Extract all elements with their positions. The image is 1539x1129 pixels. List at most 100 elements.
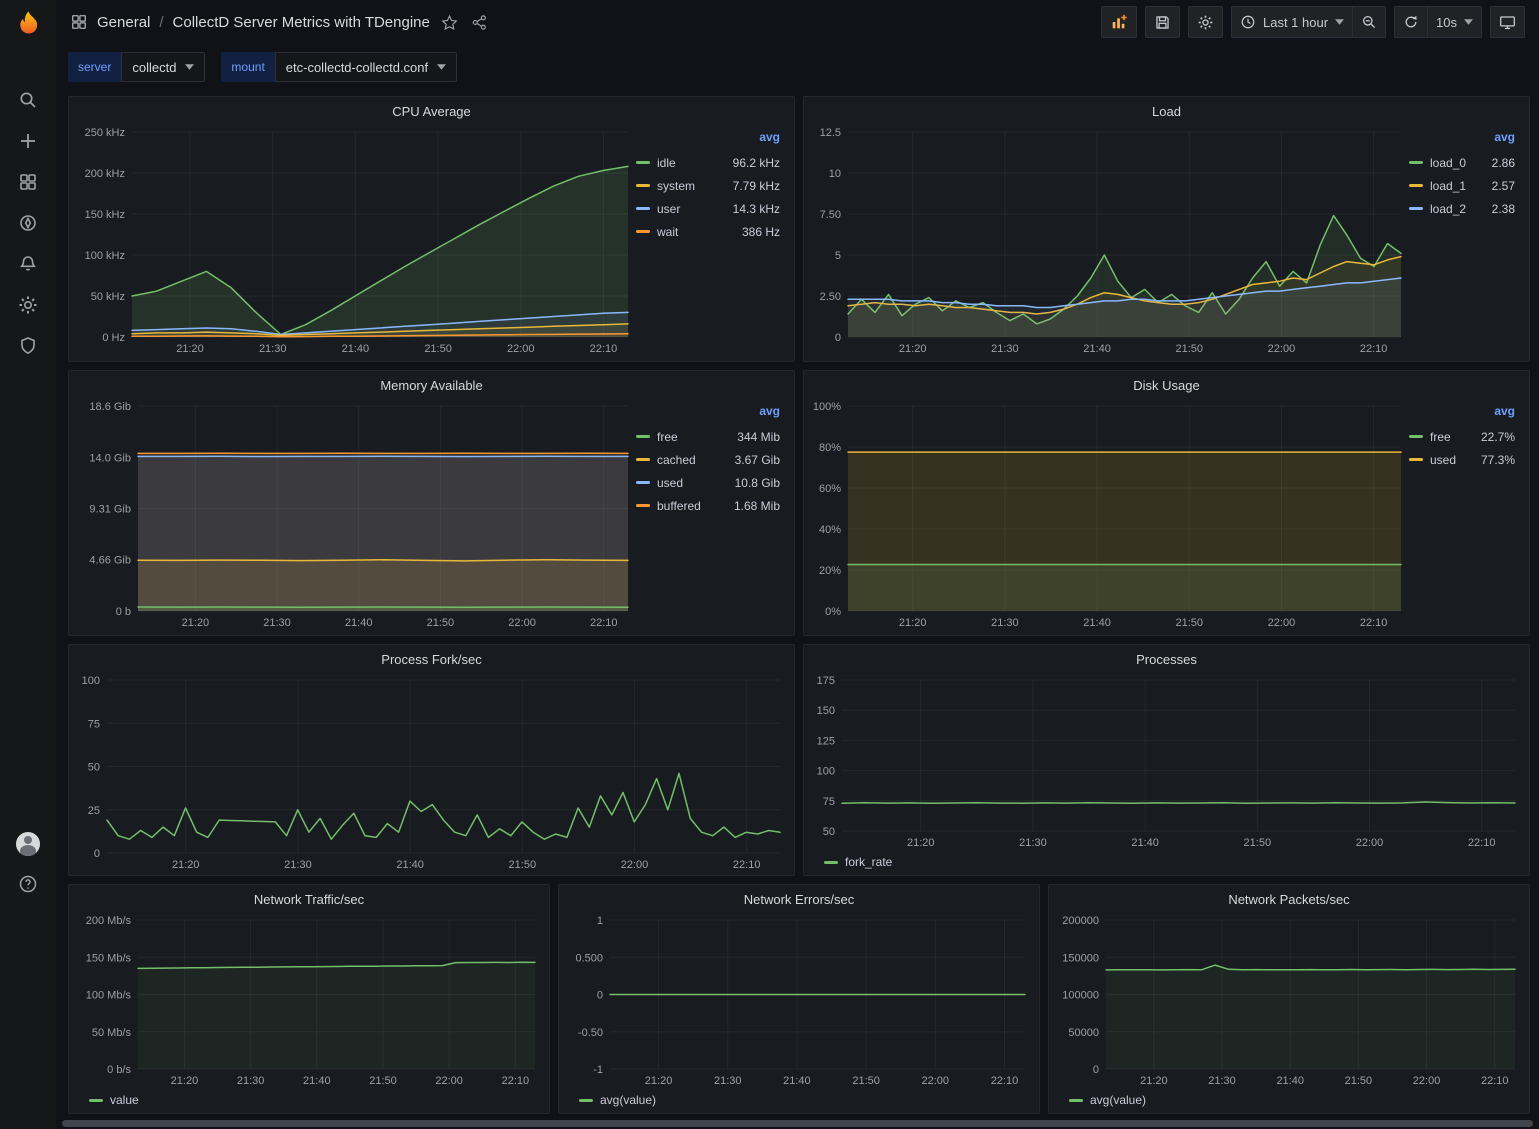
panel-title[interactable]: Network Packets/sec xyxy=(1049,885,1529,910)
star-button[interactable] xyxy=(439,12,460,33)
legend-item[interactable]: idle96.2 kHz xyxy=(636,151,780,174)
svg-text:50: 50 xyxy=(823,826,835,838)
series-label[interactable]: load_0 xyxy=(1430,156,1466,170)
horizontal-scrollbar[interactable] xyxy=(62,1120,1533,1127)
legend-item[interactable]: load_02.86 xyxy=(1409,151,1515,174)
variable-mount-dropdown[interactable]: etc-collectd-collectd.conf xyxy=(275,52,457,82)
time-series-chart[interactable]: 507510012515017521:2021:3021:4021:5022:0… xyxy=(810,670,1521,851)
svg-text:100000: 100000 xyxy=(1062,990,1099,1002)
time-series-chart[interactable]: 0 Hz50 kHz100 kHz150 kHz200 kHz250 kHz21… xyxy=(75,122,634,357)
series-label[interactable]: free xyxy=(1430,430,1451,444)
svg-text:21:50: 21:50 xyxy=(369,1075,397,1087)
series-label[interactable]: used xyxy=(657,476,683,490)
panel-title[interactable]: Processes xyxy=(804,645,1529,670)
time-series-chart[interactable]: 0 b/s50 Mb/s100 Mb/s150 Mb/s200 Mb/s21:2… xyxy=(75,910,541,1089)
configuration-gear-icon[interactable] xyxy=(17,294,39,316)
svg-text:-0.50: -0.50 xyxy=(578,1027,603,1039)
svg-text:150: 150 xyxy=(817,705,835,717)
legend-item[interactable]: user14.3 kHz xyxy=(636,197,780,220)
legend-stat-header[interactable]: avg xyxy=(636,404,780,425)
series-color-dash xyxy=(1409,458,1423,461)
refresh-interval-dropdown[interactable]: 10s xyxy=(1428,6,1482,38)
panel-title[interactable]: Process Fork/sec xyxy=(69,645,794,670)
svg-text:22:10: 22:10 xyxy=(590,617,618,629)
legend-item[interactable]: load_12.57 xyxy=(1409,174,1515,197)
dashboard-settings-button[interactable] xyxy=(1188,6,1223,38)
user-avatar[interactable] xyxy=(16,832,40,856)
series-color-dash xyxy=(1409,161,1423,164)
legend-item[interactable]: buffered1.68 Mib xyxy=(636,494,780,517)
series-label[interactable]: load_2 xyxy=(1430,202,1466,216)
legend-item[interactable]: used77.3% xyxy=(1409,448,1515,471)
svg-text:22:10: 22:10 xyxy=(1481,1075,1509,1087)
grafana-logo[interactable] xyxy=(15,9,42,39)
series-label[interactable]: buffered xyxy=(657,499,701,513)
series-color-dash xyxy=(1069,1099,1083,1102)
legend-item[interactable]: wait386 Hz xyxy=(636,220,780,243)
svg-text:21:40: 21:40 xyxy=(345,617,373,629)
legend-stat-header[interactable]: avg xyxy=(1409,404,1515,425)
dashboards-icon[interactable] xyxy=(17,171,39,193)
series-label[interactable]: used xyxy=(1430,453,1456,467)
panel-memory-available: Memory Available 0 b4.66 Gib9.31 Gib14.0… xyxy=(68,370,795,636)
svg-text:0 b: 0 b xyxy=(116,606,131,618)
svg-text:100: 100 xyxy=(817,766,835,778)
series-color-dash xyxy=(636,230,650,233)
explore-compass-icon[interactable] xyxy=(17,212,39,234)
time-series-chart[interactable]: 025507510021:2021:3021:4021:5022:0022:10 xyxy=(75,670,786,873)
time-series-chart[interactable]: 0 b4.66 Gib9.31 Gib14.0 Gib18.6 Gib21:20… xyxy=(75,396,634,631)
time-series-chart[interactable]: 05000010000015000020000021:2021:3021:402… xyxy=(1055,910,1521,1089)
create-plus-icon[interactable] xyxy=(17,130,39,152)
series-label[interactable]: load_1 xyxy=(1430,179,1466,193)
legend-item[interactable]: system7.79 kHz xyxy=(636,174,780,197)
svg-text:9.31 Gib: 9.31 Gib xyxy=(89,504,131,516)
series-label[interactable]: fork_rate xyxy=(845,855,892,869)
series-label[interactable]: avg(value) xyxy=(1090,1093,1146,1107)
variable-server-dropdown[interactable]: collectd xyxy=(121,52,205,82)
legend-item[interactable]: load_22.38 xyxy=(1409,197,1515,220)
breadcrumb-section[interactable]: General xyxy=(97,14,150,31)
series-label[interactable]: user xyxy=(657,202,680,216)
server-admin-shield-icon[interactable] xyxy=(17,335,39,357)
main-area: General / CollectD Server Metrics with T… xyxy=(56,0,1539,1129)
add-panel-button[interactable] xyxy=(1101,6,1137,38)
time-series-chart[interactable]: 0%20%40%60%80%100%21:2021:3021:4021:5022… xyxy=(810,396,1407,631)
legend-item[interactable]: free344 Mib xyxy=(636,425,780,448)
legend-item[interactable]: cached3.67 Gib xyxy=(636,448,780,471)
panel-title[interactable]: CPU Average xyxy=(69,97,794,122)
series-label[interactable]: idle xyxy=(657,156,676,170)
search-icon[interactable] xyxy=(17,89,39,111)
time-series-chart[interactable]: 02.5057.501012.521:2021:3021:4021:5022:0… xyxy=(810,122,1407,357)
series-label[interactable]: avg(value) xyxy=(600,1093,656,1107)
chart-legend: avgfree344 Mibcached3.67 Gibused10.8 Gib… xyxy=(634,396,786,631)
time-range-picker[interactable]: Last 1 hour xyxy=(1231,6,1353,38)
legend-stat-header[interactable]: avg xyxy=(636,130,780,151)
svg-text:22:00: 22:00 xyxy=(621,859,649,871)
alerting-bell-icon[interactable] xyxy=(17,253,39,275)
svg-text:21:50: 21:50 xyxy=(509,859,537,871)
help-icon[interactable] xyxy=(17,873,39,895)
cycle-view-mode-button[interactable] xyxy=(1490,6,1525,38)
legend-item[interactable]: free22.7% xyxy=(1409,425,1515,448)
legend-stat-header[interactable]: avg xyxy=(1409,130,1515,151)
series-label[interactable]: system xyxy=(657,179,695,193)
series-label[interactable]: value xyxy=(110,1093,139,1107)
save-dashboard-button[interactable] xyxy=(1145,6,1180,38)
panel-title[interactable]: Memory Available xyxy=(69,371,794,396)
svg-text:100%: 100% xyxy=(813,401,841,413)
zoom-out-time-button[interactable] xyxy=(1353,6,1386,38)
svg-text:21:40: 21:40 xyxy=(303,1075,331,1087)
share-button[interactable] xyxy=(469,12,490,33)
series-label[interactable]: cached xyxy=(657,453,696,467)
dashboard-title[interactable]: CollectD Server Metrics with TDengine xyxy=(173,14,430,31)
time-series-chart[interactable]: -1-0.5000.500121:2021:3021:4021:5022:002… xyxy=(565,910,1031,1089)
panel-title[interactable]: Disk Usage xyxy=(804,371,1529,396)
svg-text:22:10: 22:10 xyxy=(991,1075,1019,1087)
panel-title[interactable]: Network Errors/sec xyxy=(559,885,1039,910)
refresh-button[interactable] xyxy=(1394,6,1428,38)
legend-item[interactable]: used10.8 Gib xyxy=(636,471,780,494)
panel-title[interactable]: Load xyxy=(804,97,1529,122)
series-label[interactable]: wait xyxy=(657,225,678,239)
series-label[interactable]: free xyxy=(657,430,678,444)
panel-title[interactable]: Network Traffic/sec xyxy=(69,885,549,910)
